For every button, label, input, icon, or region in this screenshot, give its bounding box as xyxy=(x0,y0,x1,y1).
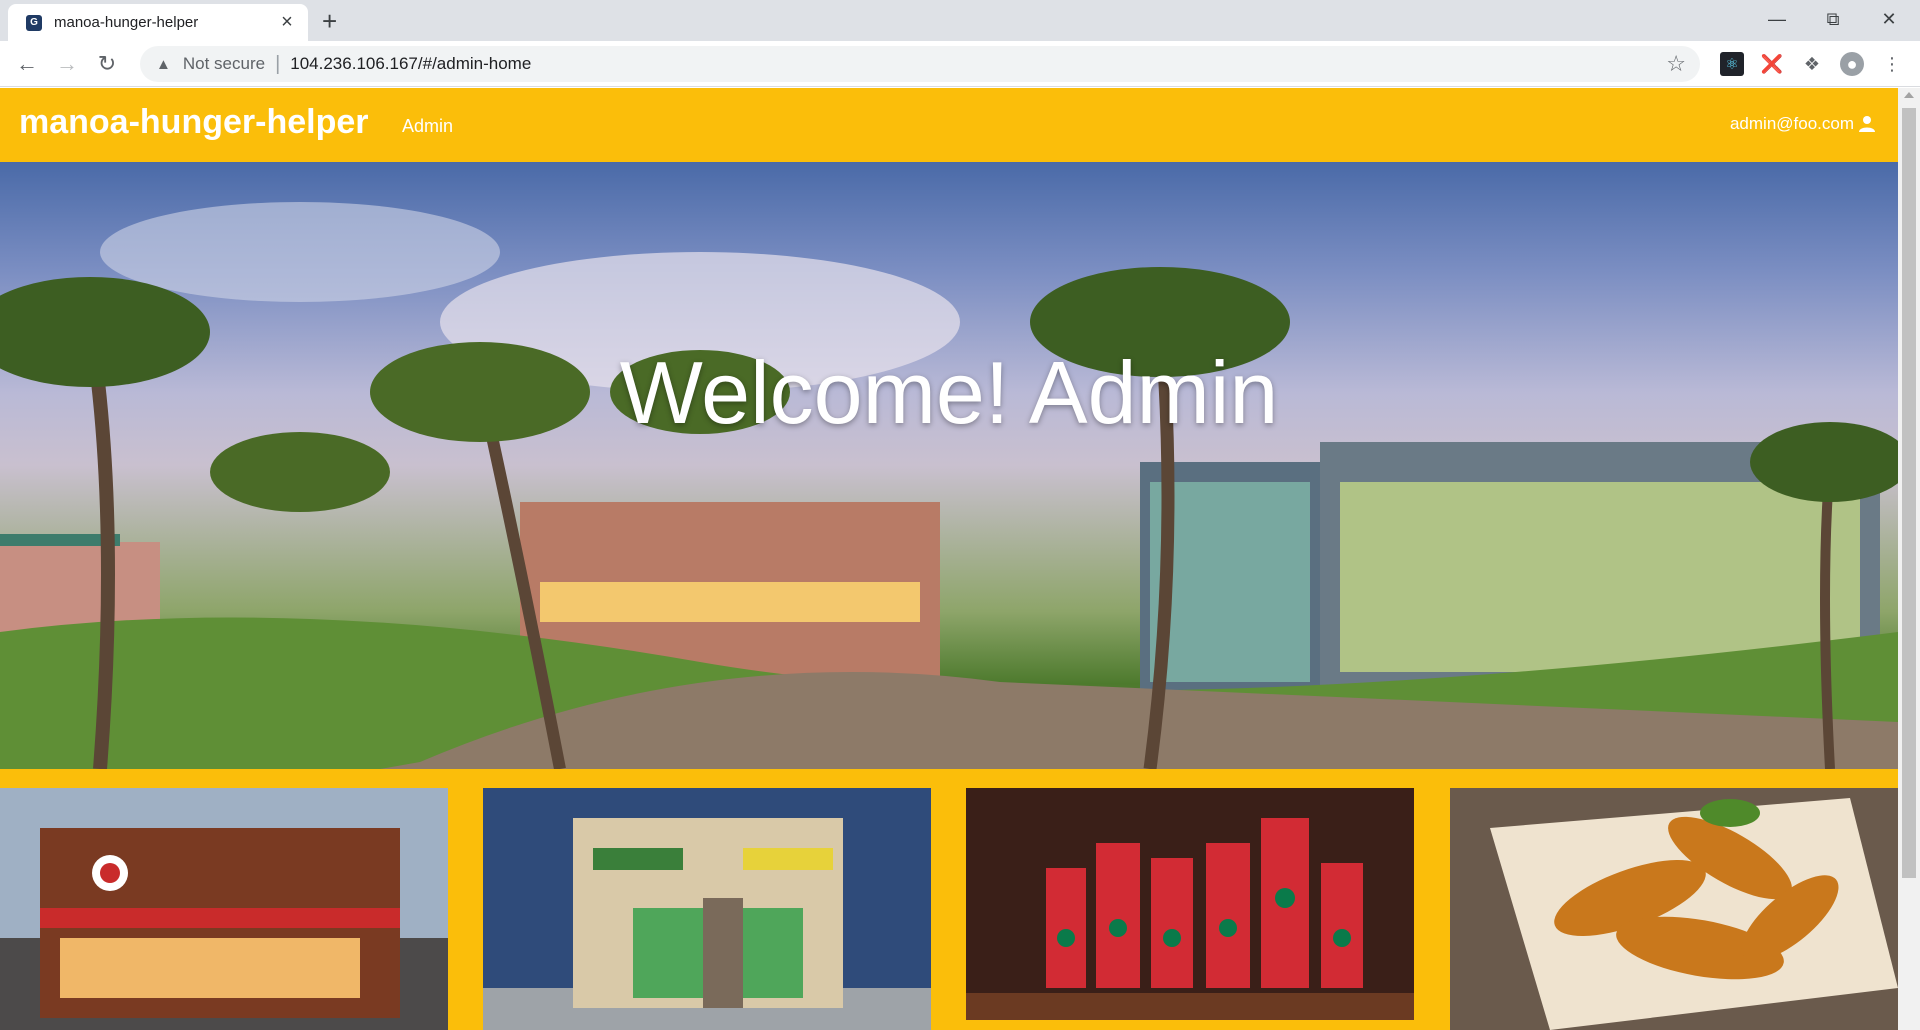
card-chicken-tenders[interactable] xyxy=(1450,788,1898,1030)
url-text[interactable]: 104.236.106.167/#/admin-home xyxy=(290,54,531,74)
hero-banner: Welcome! Admin xyxy=(0,162,1898,769)
tab-title: manoa-hunger-helper xyxy=(54,14,199,31)
back-arrow-icon[interactable]: ← xyxy=(12,49,42,79)
nav-admin-link[interactable]: Admin xyxy=(402,116,453,137)
user-dropdown[interactable]: admin@foo.com xyxy=(1730,114,1876,134)
scroll-up-arrow-icon[interactable] xyxy=(1904,92,1914,98)
minimize-icon[interactable]: — xyxy=(1754,4,1800,34)
welcome-heading: Welcome! Admin xyxy=(619,343,1279,442)
browser-tabstrip: G manoa-hunger-helper × + — ⧉ ✕ xyxy=(0,0,1920,41)
subway-image xyxy=(483,788,931,1030)
omnibox-divider: | xyxy=(275,52,281,75)
page-scrollbar[interactable] xyxy=(1898,88,1920,1030)
reload-icon[interactable]: ↻ xyxy=(92,49,122,79)
forward-arrow-icon[interactable]: → xyxy=(52,49,82,79)
warning-icon[interactable]: ▲ xyxy=(156,56,171,73)
extensions-puzzle-icon[interactable]: ❖ xyxy=(1800,52,1824,76)
card-panda-express[interactable] xyxy=(0,788,448,1030)
user-icon xyxy=(1859,116,1875,132)
browser-tab[interactable]: G manoa-hunger-helper × xyxy=(8,4,308,41)
security-label[interactable]: Not secure xyxy=(183,54,265,74)
user-email[interactable]: admin@foo.com xyxy=(1730,114,1854,134)
close-window-icon[interactable]: ✕ xyxy=(1866,4,1912,34)
campus-panorama-image xyxy=(0,202,1898,769)
scroll-thumb[interactable] xyxy=(1902,108,1916,878)
chicken-tenders-image xyxy=(1450,788,1898,1030)
site-favicon-icon: G xyxy=(26,14,42,31)
card-subway[interactable] xyxy=(483,788,931,1030)
browser-menu-icon[interactable]: ⋮ xyxy=(1880,52,1904,76)
extension-icon[interactable]: ❌ xyxy=(1760,52,1784,76)
page: manoa-hunger-helper Admin admin@foo.com xyxy=(0,88,1898,1030)
react-devtools-icon[interactable]: ⚛ xyxy=(1720,52,1744,76)
restaurant-cards xyxy=(0,788,1898,1030)
site-navbar: manoa-hunger-helper Admin admin@foo.com xyxy=(0,88,1898,162)
restore-icon[interactable]: ⧉ xyxy=(1810,4,1856,34)
new-tab-icon[interactable]: + xyxy=(322,6,337,37)
brand-link[interactable]: manoa-hunger-helper xyxy=(19,103,368,142)
card-starbucks[interactable] xyxy=(966,788,1414,1030)
starbucks-image xyxy=(966,788,1414,1030)
address-bar[interactable]: ▲ Not secure | 104.236.106.167/#/admin-h… xyxy=(140,46,1700,82)
profile-avatar-icon[interactable]: ● xyxy=(1840,52,1864,76)
browser-toolbar: ← → ↻ ▲ Not secure | 104.236.106.167/#/a… xyxy=(0,41,1920,87)
tab-close-icon[interactable]: × xyxy=(276,11,298,34)
panda-express-image xyxy=(0,788,448,1030)
bookmark-star-icon[interactable]: ☆ xyxy=(1666,51,1686,77)
